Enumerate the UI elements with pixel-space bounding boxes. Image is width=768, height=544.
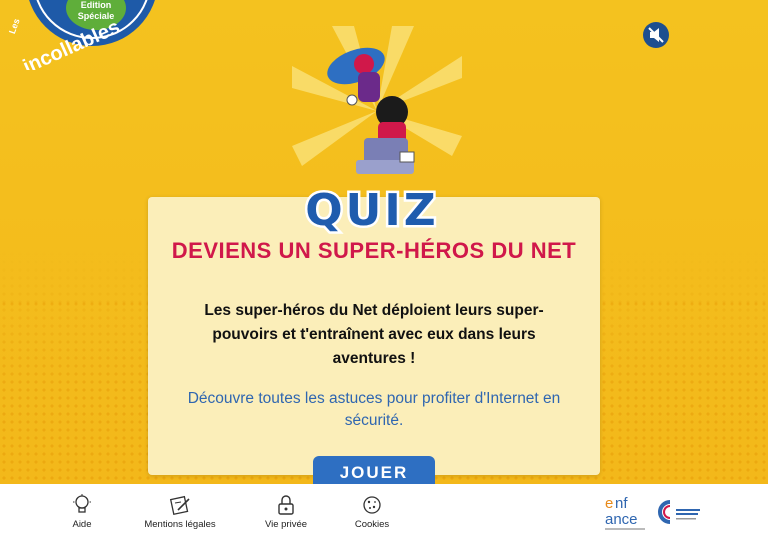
play-button[interactable]: JOUER bbox=[313, 456, 435, 484]
cookies-link[interactable]: Cookies bbox=[350, 494, 394, 530]
cookies-label: Cookies bbox=[354, 519, 390, 530]
privacy-label: Vie privée bbox=[264, 519, 308, 530]
legal-notice-label: Mentions légales bbox=[144, 519, 216, 530]
svg-text:ance: ance bbox=[605, 511, 638, 528]
lightbulb-icon bbox=[73, 494, 91, 513]
safety-tip-text: Découvre toutes les astuces pour profite… bbox=[187, 390, 561, 429]
footer-bar: Aide Mentions légales Vie privée Cookies… bbox=[0, 484, 768, 544]
logo-badge-text: Edition bbox=[81, 0, 112, 10]
quiz-description: Les super-héros du Net déploient leurs s… bbox=[204, 302, 544, 367]
privacy-link[interactable]: Vie privée bbox=[258, 494, 314, 530]
game-stage: Edition Spéciale incollables Les DEVIENS… bbox=[0, 0, 768, 484]
quiz-title: DEVIENS UN SUPER-HÉROS DU NET bbox=[171, 238, 577, 263]
cookie-icon bbox=[363, 496, 381, 514]
cybermalveillance-partner-logo[interactable] bbox=[656, 498, 702, 528]
sound-off-icon[interactable] bbox=[642, 21, 670, 49]
enfance-partner-logo[interactable]: e nf ance bbox=[601, 492, 649, 536]
quiz-heading: QUIZ bbox=[303, 183, 438, 239]
logo-les-text: Les bbox=[7, 17, 22, 35]
superhero-illustration bbox=[292, 26, 462, 174]
svg-text:nf: nf bbox=[615, 495, 628, 512]
help-link[interactable]: Aide bbox=[62, 494, 102, 530]
incollables-logo: Edition Spéciale incollables Les bbox=[7, 0, 155, 70]
help-label: Aide bbox=[72, 519, 92, 530]
svg-text:e: e bbox=[605, 495, 613, 512]
quiz-heading-text: QUIZ bbox=[305, 185, 438, 236]
document-pen-icon bbox=[169, 495, 190, 516]
padlock-icon bbox=[278, 495, 294, 515]
legal-notice-link[interactable]: Mentions légales bbox=[140, 494, 220, 530]
